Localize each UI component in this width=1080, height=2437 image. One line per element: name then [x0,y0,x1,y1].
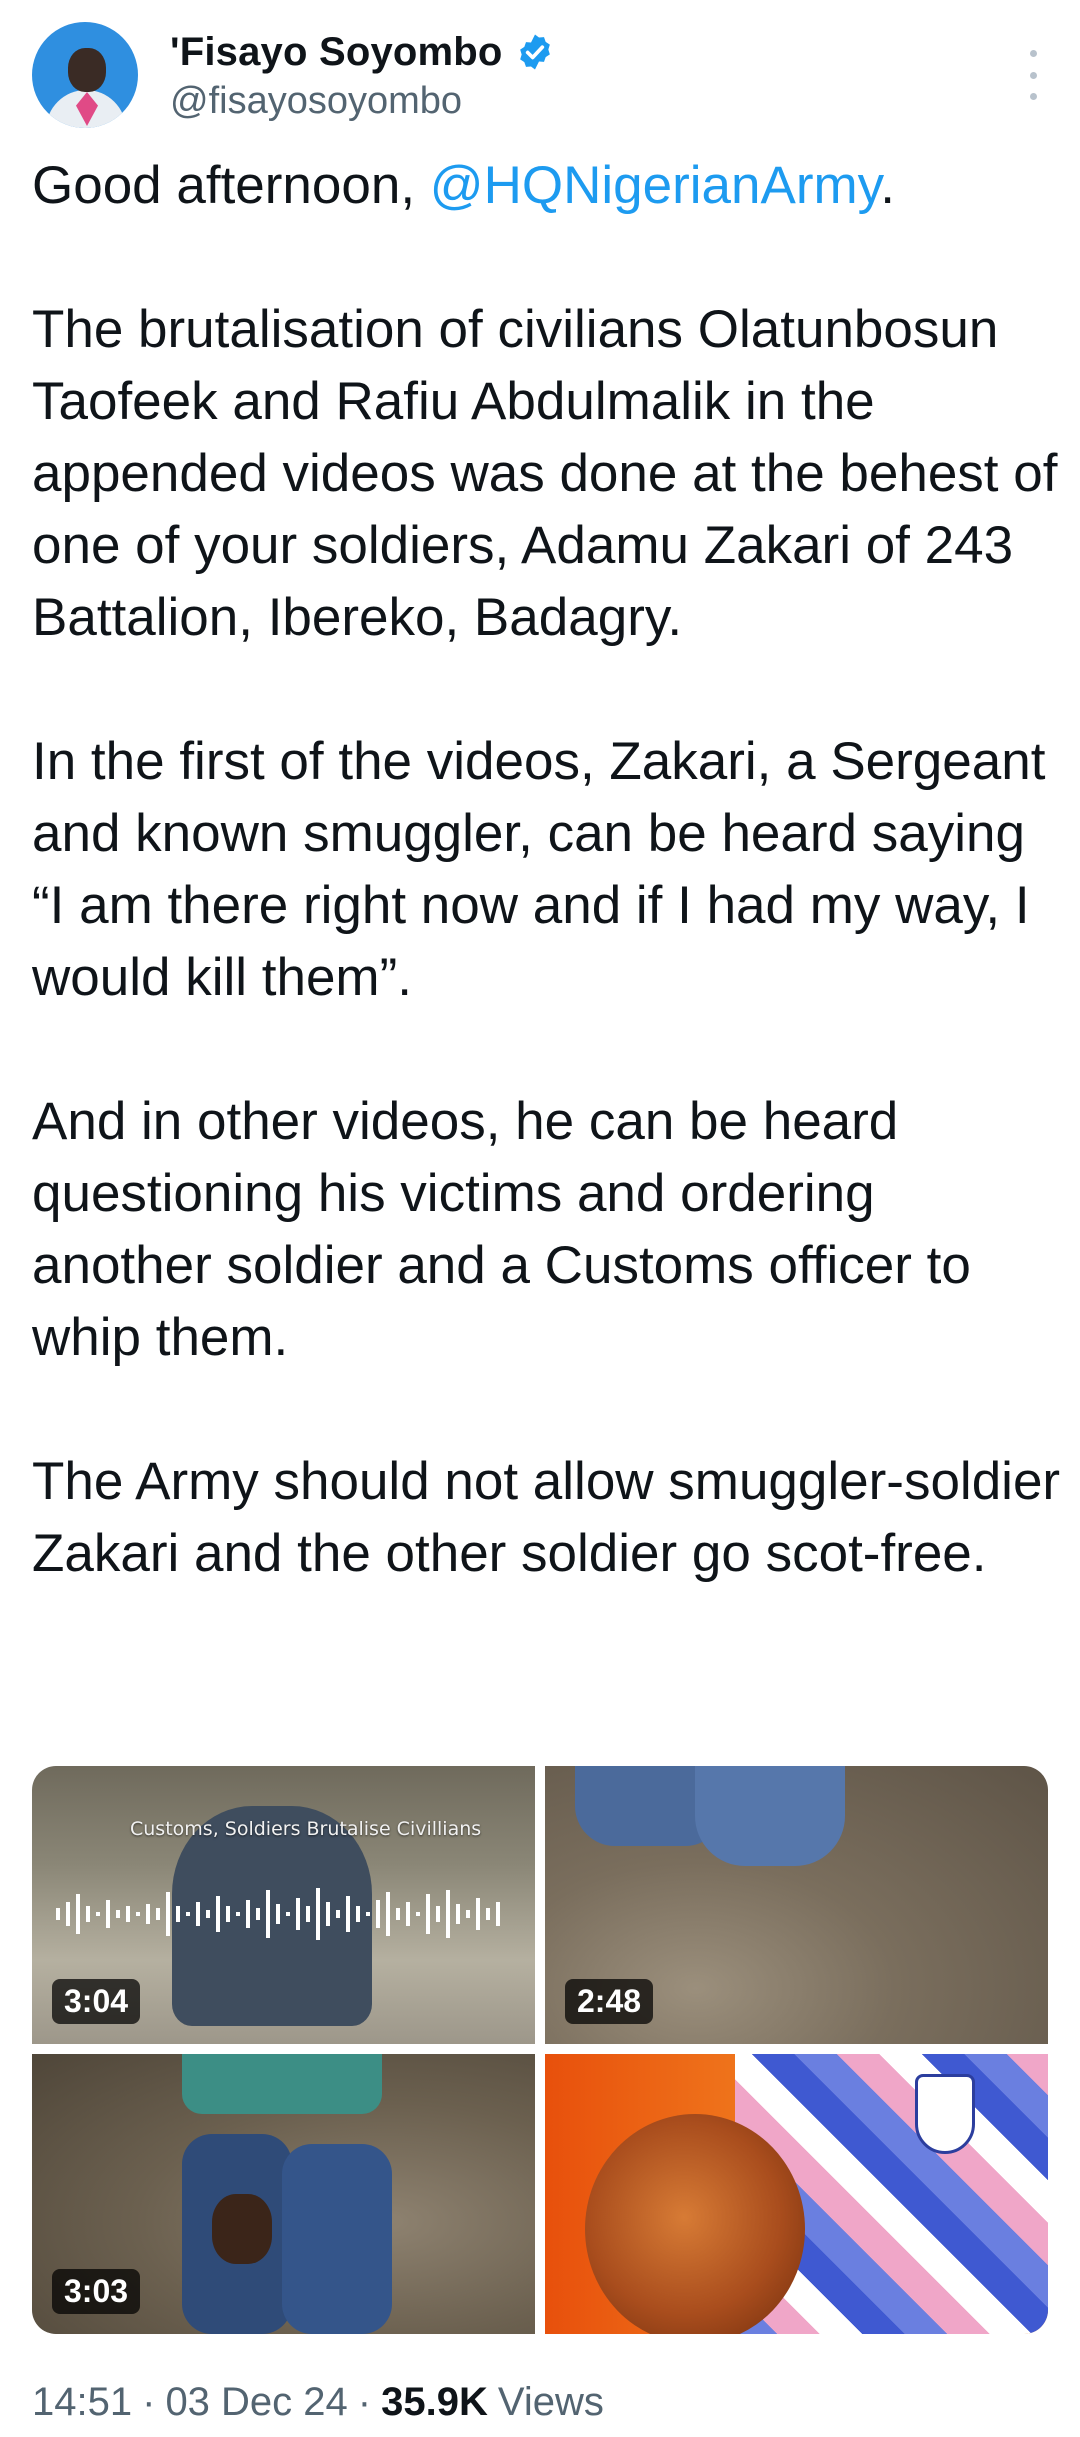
video-scene [282,2144,392,2334]
meta-separator: · [357,2380,372,2424]
video-thumbnail-2[interactable]: 2:48 [545,1766,1048,2044]
verified-badge-icon [519,34,550,70]
video-scene [182,2054,382,2114]
tweet-header: 'Fisayo Soyombo @fisayosoyombo [32,22,1048,132]
views-count[interactable]: 35.9K [381,2380,488,2425]
video-scene [695,1766,845,1866]
tweet-date[interactable]: 03 Dec 24 [165,2380,347,2425]
more-dot [1029,93,1037,100]
more-dot [1029,71,1037,79]
video-thumbnail-1[interactable]: Customs, Soldiers Brutalise Civillians 3… [32,1766,535,2044]
video-duration-badge: 3:03 [52,2269,141,2314]
video-caption: Customs, Soldiers Brutalise Civillians [130,1818,482,1840]
tweet-meta: 14:51 · 03 Dec 24 · 35.9K Views [32,2380,604,2425]
more-dot [1029,50,1037,57]
tweet-paragraph: The Army should not allow smuggler-soldi… [32,1452,1061,1583]
video-duration-badge: 3:04 [52,1979,141,2024]
video-duration-badge: 2:48 [565,1979,654,2024]
meta-separator: · [142,2380,156,2424]
author-display-name[interactable]: 'Fisayo Soyombo [170,30,503,75]
avatar-head [68,48,106,92]
tweet-paragraph: And in other videos, he can be heard que… [32,1092,971,1367]
greeting-end: . [880,156,895,215]
image-scene [915,2074,975,2154]
author-handle[interactable]: @fisayosoyombo [170,80,462,123]
image-scene [585,2114,805,2334]
tweet-text: Good afternoon, @HQNigerianArmy. The bru… [32,150,1062,1590]
tweet-paragraph: The brutalisation of civilians Olatunbos… [32,300,1058,647]
audio-waveform-icon [56,1888,500,1940]
video-scene [212,2194,272,2264]
tweet-detail: 'Fisayo Soyombo @fisayosoyombo Good afte… [0,0,1080,2437]
mention-link[interactable]: @HQNigerianArmy [430,156,880,215]
avatar[interactable] [32,22,138,128]
greeting-text: Good afternoon, [32,156,430,215]
author-name-row: 'Fisayo Soyombo [170,24,555,80]
tweet-time[interactable]: 14:51 [32,2380,132,2425]
tweet-paragraph: In the first of the videos, Zakari, a Se… [32,732,1046,1007]
more-options-icon[interactable] [1018,50,1048,100]
tweet-greeting: Good afternoon, @HQNigerianArmy. [32,150,1062,222]
media-image-4[interactable] [545,2054,1048,2334]
views-label: Views [497,2380,604,2424]
media-grid: Customs, Soldiers Brutalise Civillians 3… [32,1766,1048,2334]
video-thumbnail-3[interactable]: 3:03 [32,2054,535,2334]
